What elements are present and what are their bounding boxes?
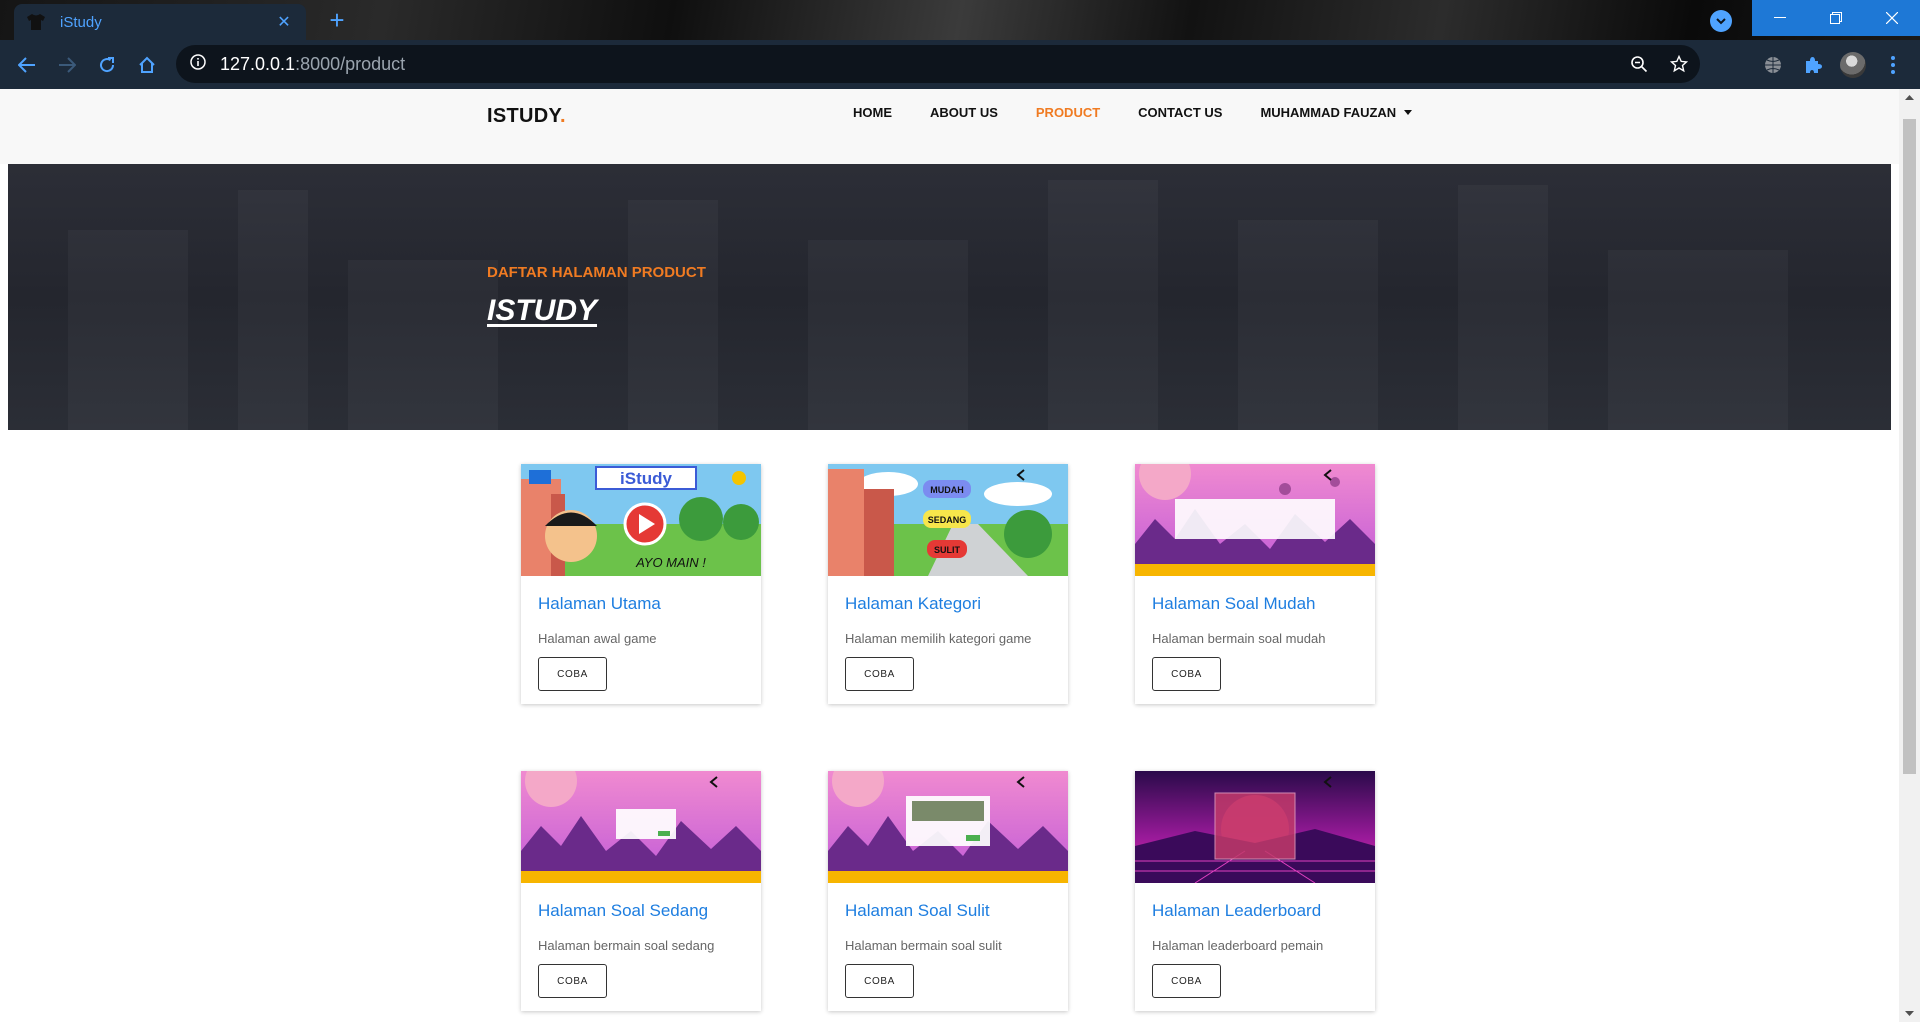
browser-toolbar: 127.0.0.1:8000/product <box>0 40 1920 89</box>
bookmark-star-icon[interactable] <box>1664 45 1694 83</box>
address-bar[interactable]: 127.0.0.1:8000/product <box>176 45 1700 83</box>
window-controls <box>1752 0 1920 36</box>
hero-subtitle: DAFTAR HALAMAN PRODUCT <box>487 264 706 281</box>
thumbnail-category: MUDAH SEDANG SULIT <box>828 464 1068 576</box>
puzzle-extensions-icon[interactable] <box>1800 52 1826 78</box>
card-desc: Halaman bermain soal sedang <box>538 938 715 953</box>
site-navbar: ISTUDY. HOME ABOUT US PRODUCT CONTACT US… <box>0 89 1899 164</box>
tshirt-favicon-icon <box>26 12 46 32</box>
thumbnail-hard-quiz <box>828 771 1068 883</box>
card-title[interactable]: Halaman Leaderboard <box>1152 901 1321 921</box>
card-title[interactable]: Halaman Soal Sulit <box>845 901 990 921</box>
zoom-icon[interactable] <box>1624 45 1654 83</box>
thumb-mudah-text: MUDAH <box>930 485 964 495</box>
tab-title: iStudy <box>60 13 102 31</box>
product-card-leaderboard: Halaman Leaderboard Halaman leaderboard … <box>1135 771 1375 1011</box>
new-tab-plus-icon[interactable]: + <box>324 7 350 34</box>
product-card-soal-sulit: Halaman Soal Sulit Halaman bermain soal … <box>828 771 1068 1011</box>
scroll-down-arrow-icon[interactable] <box>1899 1005 1920 1022</box>
site-info-icon[interactable] <box>190 53 206 75</box>
scroll-up-arrow-icon[interactable] <box>1899 89 1920 106</box>
url-path: :8000/product <box>295 53 406 74</box>
minimize-icon[interactable] <box>1752 0 1808 36</box>
card-title[interactable]: Halaman Kategori <box>845 594 981 614</box>
menu-kebab-icon[interactable] <box>1880 52 1906 78</box>
thumbnail-leaderboard <box>1135 771 1375 883</box>
logo-text: ISTUDY <box>487 105 560 127</box>
card-desc: Halaman leaderboard pemain <box>1152 938 1324 953</box>
close-window-icon[interactable] <box>1864 0 1920 36</box>
coba-button[interactable]: COBA <box>1152 657 1221 691</box>
menu-contact-us[interactable]: CONTACT US <box>1138 105 1222 120</box>
coba-button[interactable]: COBA <box>1152 964 1221 998</box>
site-logo[interactable]: ISTUDY. <box>487 105 566 128</box>
main-menu: HOME ABOUT US PRODUCT CONTACT US MUHAMMA… <box>853 105 1450 120</box>
card-desc: Halaman bermain soal sulit <box>845 938 1002 953</box>
back-arrow-icon[interactable] <box>14 52 40 78</box>
card-desc: Halaman awal game <box>538 631 657 646</box>
thumb-sulit-text: SULIT <box>934 545 961 555</box>
globe-extension-icon[interactable] <box>1760 52 1786 78</box>
product-card-utama: iStudy AYO MAIN ! Halaman Utama Halaman … <box>521 464 761 704</box>
thumb-ayo-main-text: AYO MAIN ! <box>635 555 706 570</box>
scrollbar-thumb[interactable] <box>1903 119 1916 774</box>
forward-arrow-icon[interactable] <box>54 52 80 78</box>
tab-search-dropdown-icon[interactable] <box>1710 10 1732 32</box>
hero-title: ISTUDY <box>487 294 598 327</box>
product-card-soal-sedang: Halaman Soal Sedang Halaman bermain soal… <box>521 771 761 1011</box>
hero-banner: DAFTAR HALAMAN PRODUCT ISTUDY <box>8 164 1891 430</box>
url-host: 127.0.0.1 <box>220 53 296 74</box>
menu-about-us[interactable]: ABOUT US <box>930 105 998 120</box>
menu-home[interactable]: HOME <box>853 105 892 120</box>
coba-button[interactable]: COBA <box>538 964 607 998</box>
reload-icon[interactable] <box>94 52 120 78</box>
card-desc: Halaman bermain soal mudah <box>1152 631 1326 646</box>
coba-button[interactable]: COBA <box>845 657 914 691</box>
card-desc: Halaman memilih kategori game <box>845 631 1032 646</box>
card-title[interactable]: Halaman Soal Mudah <box>1152 594 1315 614</box>
menu-user-dropdown[interactable]: MUHAMMAD FAUZAN <box>1260 105 1413 120</box>
thumb-istudy-text: iStudy <box>620 469 672 488</box>
thumbnail-medium-quiz <box>521 771 761 883</box>
tab-close-icon[interactable]: ✕ <box>274 12 294 32</box>
restore-icon[interactable] <box>1808 0 1864 36</box>
product-card-soal-mudah: Halaman Soal Mudah Halaman bermain soal … <box>1135 464 1375 704</box>
card-title[interactable]: Halaman Soal Sedang <box>538 901 708 921</box>
url-text: 127.0.0.1:8000/product <box>220 54 405 75</box>
card-title[interactable]: Halaman Utama <box>538 594 661 614</box>
menu-product[interactable]: PRODUCT <box>1036 105 1100 120</box>
browser-titlebar: iStudy ✕ + <box>0 0 1920 40</box>
profile-avatar[interactable] <box>1840 52 1866 78</box>
page-scrollbar[interactable] <box>1899 89 1920 1022</box>
user-name: MUHAMMAD FAUZAN <box>1260 105 1397 120</box>
thumbnail-main-menu: iStudy AYO MAIN ! <box>521 464 761 576</box>
thumbnail-easy-quiz <box>1135 464 1375 576</box>
browser-tab[interactable]: iStudy ✕ <box>14 4 306 40</box>
coba-button[interactable]: COBA <box>538 657 607 691</box>
caret-down-icon <box>1404 110 1413 115</box>
coba-button[interactable]: COBA <box>845 964 914 998</box>
page-viewport: ISTUDY. HOME ABOUT US PRODUCT CONTACT US… <box>0 89 1899 1022</box>
thumb-sedang-text: SEDANG <box>928 515 967 525</box>
product-card-kategori: MUDAH SEDANG SULIT Halaman Kategori Hala… <box>828 464 1068 704</box>
logo-dot: . <box>559 105 566 127</box>
home-icon[interactable] <box>134 52 160 78</box>
